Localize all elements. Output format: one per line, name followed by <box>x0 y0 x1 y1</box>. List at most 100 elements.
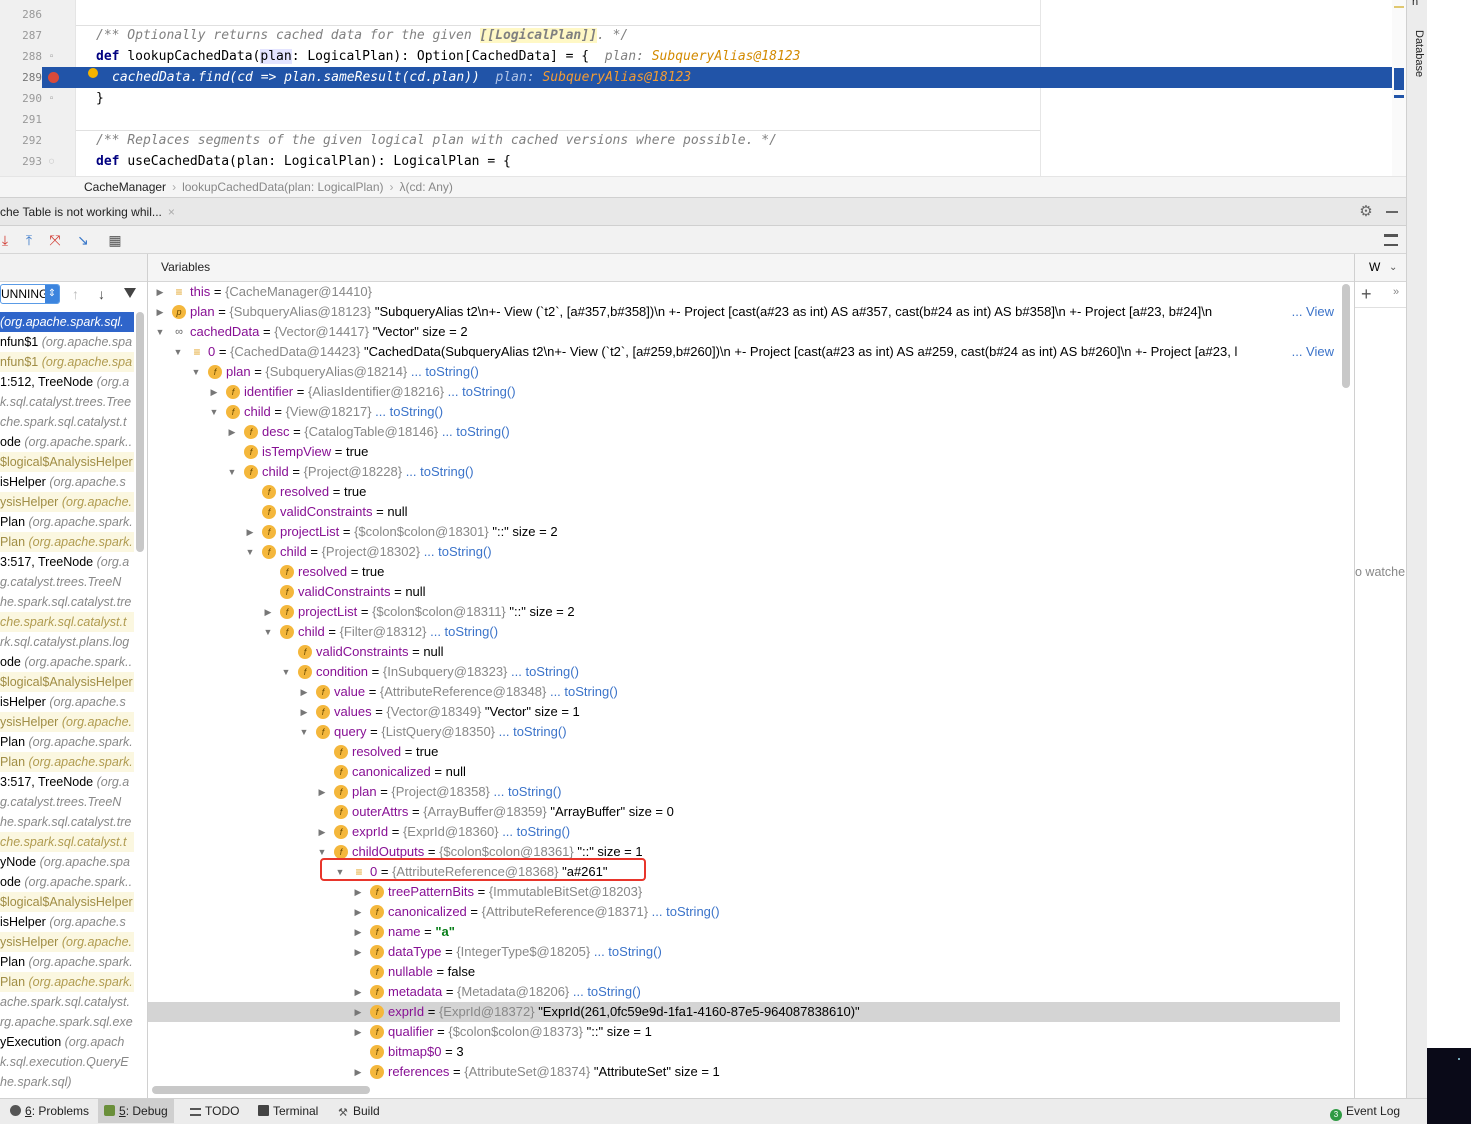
chevron-down-icon[interactable]: ⌄ <box>1389 254 1397 281</box>
gear-icon[interactable]: ⚙ <box>1358 204 1374 220</box>
more-icon[interactable]: » <box>1393 286 1399 298</box>
frame-item[interactable]: k.sql.catalyst.trees.Tree <box>0 392 134 412</box>
code-editor[interactable]: 286 287 /** Optionally returns cached data… <box>0 0 1406 176</box>
variable-row[interactable]: f resolved = true <box>148 742 1340 762</box>
frame-item[interactable]: nfun$1 (org.apache.spa <box>0 352 134 372</box>
frame-item[interactable]: Plan (org.apache.spark. <box>0 732 134 752</box>
collapsed-triangle-icon[interactable]: ▶ <box>352 1002 364 1022</box>
variable-row[interactable]: ▶ f identifier = {AliasIdentifier@18216} .… <box>148 382 1340 402</box>
frame-item[interactable]: isHelper (org.apache.s <box>0 912 134 932</box>
collapsed-triangle-icon[interactable]: ▶ <box>298 702 310 722</box>
variable-row[interactable]: ▶ f treePatternBits = {ImmutableBitSet@182… <box>148 882 1340 902</box>
terminal-tab[interactable]: Terminal <box>252 1099 324 1123</box>
frame-item[interactable]: Plan (org.apache.spark. <box>0 532 134 552</box>
tostring-link[interactable]: ... toString() <box>507 664 579 679</box>
frame-item[interactable]: (org.apache.spark.sql. <box>0 312 134 332</box>
database-tool-button[interactable]: Database <box>1409 30 1425 77</box>
tostring-link[interactable]: ... toString() <box>407 364 479 379</box>
code-line[interactable]: 290} ▫ <box>0 88 1406 109</box>
tostring-link[interactable]: ... toString() <box>444 384 516 399</box>
debug-session-tab[interactable]: che Table is not working whil... × <box>0 198 181 226</box>
expanded-triangle-icon[interactable]: ▼ <box>262 622 274 642</box>
watches-header[interactable]: W ⌄ <box>1355 254 1406 282</box>
frame-item[interactable]: che.spark.sql.catalyst.t <box>0 412 134 432</box>
tostring-link[interactable]: ... toString() <box>569 984 641 999</box>
expanded-triangle-icon[interactable]: ▼ <box>190 362 202 382</box>
variable-row[interactable]: f nullable = false <box>148 962 1340 982</box>
arrow-up-icon[interactable]: ↑ <box>72 286 79 302</box>
variable-row[interactable]: ▶ f name = "a" <box>148 922 1340 942</box>
expanded-triangle-icon[interactable]: ▼ <box>208 402 220 422</box>
variable-row[interactable]: ▼ ≡ 0 = {CachedData@14423} "CachedData(Sub… <box>148 342 1340 362</box>
variable-row[interactable]: f validConstraints = null <box>148 502 1340 522</box>
tostring-link[interactable]: ... toString() <box>438 424 510 439</box>
step-over-icon[interactable]: ⤓ <box>0 231 14 249</box>
variable-row[interactable]: ▶ f projectList = {$colon$colon@18311} "::… <box>148 602 1340 622</box>
breadcrumb-item[interactable]: λ(cd: Any) <box>400 180 453 194</box>
frame-item[interactable]: he.spark.sql.catalyst.tre <box>0 812 134 832</box>
tostring-link[interactable]: ... toString() <box>420 544 492 559</box>
fold-icon[interactable]: ▫ <box>46 93 57 104</box>
code-line[interactable]: 286 <box>0 4 1406 25</box>
code-line[interactable]: 292 /** Replaces segments of the given lo… <box>0 130 1406 151</box>
collapsed-triangle-icon[interactable]: ▶ <box>352 1062 364 1082</box>
variable-row[interactable]: f validConstraints = null <box>148 642 1340 662</box>
collapsed-triangle-icon[interactable]: ▶ <box>226 422 238 442</box>
variable-row[interactable]: ▶ f values = {Vector@18349} "Vector" size … <box>148 702 1340 722</box>
frame-item[interactable]: he.spark.sql.catalyst.tre <box>0 592 134 612</box>
collapsed-triangle-icon[interactable]: ▶ <box>244 522 256 542</box>
variable-row[interactable]: f bitmap$0 = 3 <box>148 1042 1340 1062</box>
frame-item[interactable]: ache.spark.sql.catalyst. <box>0 992 134 1012</box>
expanded-triangle-icon[interactable]: ▼ <box>298 722 310 742</box>
tostring-link[interactable]: ... toString() <box>648 904 720 919</box>
frame-item[interactable]: ode (org.apache.spark.. <box>0 652 134 672</box>
collapsed-triangle-icon[interactable]: ▶ <box>208 382 220 402</box>
layout-settings-icon[interactable] <box>1384 234 1398 246</box>
variable-row[interactable]: ▼ f child = {View@18217} ... toString() <box>148 402 1340 422</box>
intention-bulb-icon[interactable] <box>88 68 98 78</box>
minimize-icon[interactable] <box>1386 211 1398 213</box>
variable-row[interactable]: ▶ f value = {AttributeReference@18348} ...… <box>148 682 1340 702</box>
expanded-triangle-icon[interactable]: ▼ <box>154 322 166 342</box>
tostring-link[interactable]: ... toString() <box>546 684 618 699</box>
variable-row[interactable]: ▶ ≡ this = {CacheManager@14410} <box>148 282 1340 302</box>
frame-item[interactable]: 3:517, TreeNode (org.a <box>0 772 134 792</box>
frame-item[interactable]: isHelper (org.apache.s <box>0 472 134 492</box>
variable-row[interactable]: f isTempView = true <box>148 442 1340 462</box>
collapsed-triangle-icon[interactable]: ▶ <box>262 602 274 622</box>
collapsed-triangle-icon[interactable]: ▶ <box>352 902 364 922</box>
frame-item[interactable]: che.spark.sql.catalyst.t <box>0 832 134 852</box>
variable-row[interactable]: ▶ f qualifier = {$colon$colon@18373} "::" … <box>148 1022 1340 1042</box>
expanded-triangle-icon[interactable]: ▼ <box>172 342 184 362</box>
todo-tab[interactable]: TODO <box>184 1099 245 1123</box>
variable-row[interactable]: f resolved = true <box>148 482 1340 502</box>
frame-item[interactable]: $logical$AnalysisHelper <box>0 452 134 472</box>
frame-item[interactable]: $logical$AnalysisHelper <box>0 892 134 912</box>
variables-horizontal-scrollbar[interactable] <box>152 1086 370 1094</box>
expanded-triangle-icon[interactable]: ▼ <box>226 462 238 482</box>
variable-row[interactable]: ▼ f condition = {InSubquery@18323} ... toS… <box>148 662 1340 682</box>
variable-row[interactable]: ▶ f desc = {CatalogTable@18146} ... toStri… <box>148 422 1340 442</box>
variable-row[interactable]: ▼ f child = {Filter@18312} ... toString() <box>148 622 1340 642</box>
table-icon[interactable]: ▦ <box>106 231 124 249</box>
collapsed-triangle-icon[interactable]: ▶ <box>352 922 364 942</box>
tostring-link[interactable]: ... toString() <box>490 784 562 799</box>
step-into-icon[interactable]: ⤒ <box>20 231 38 249</box>
frame-item[interactable]: che.spark.sql.catalyst.t <box>0 612 134 632</box>
frame-item[interactable]: Plan (org.apache.spark. <box>0 952 134 972</box>
editor-scrollbar[interactable] <box>1392 0 1406 176</box>
add-watch-icon[interactable]: + <box>1361 284 1372 304</box>
breakpoint-icon[interactable] <box>48 72 59 83</box>
tostring-link[interactable]: ... toString() <box>372 404 443 419</box>
collapsed-triangle-icon[interactable]: ▶ <box>352 1022 364 1042</box>
frame-item[interactable]: nfun$1 (org.apache.spa <box>0 332 134 352</box>
code-line[interactable]: 293 def useCachedData(plan: LogicalPlan):… <box>0 151 1406 172</box>
frame-item[interactable]: Plan (org.apache.spark. <box>0 752 134 772</box>
tostring-link[interactable]: ... toString() <box>495 724 567 739</box>
frame-item[interactable]: he.spark.sql) <box>0 1072 134 1092</box>
stripe-top-label[interactable]: n <box>1412 0 1418 8</box>
frame-item[interactable]: rk.sql.catalyst.plans.log <box>0 632 134 652</box>
breadcrumb-item[interactable]: lookupCachedData(plan: LogicalPlan) <box>182 180 383 194</box>
close-icon[interactable]: × <box>168 205 175 219</box>
frame-item[interactable]: ysisHelper (org.apache. <box>0 932 134 952</box>
